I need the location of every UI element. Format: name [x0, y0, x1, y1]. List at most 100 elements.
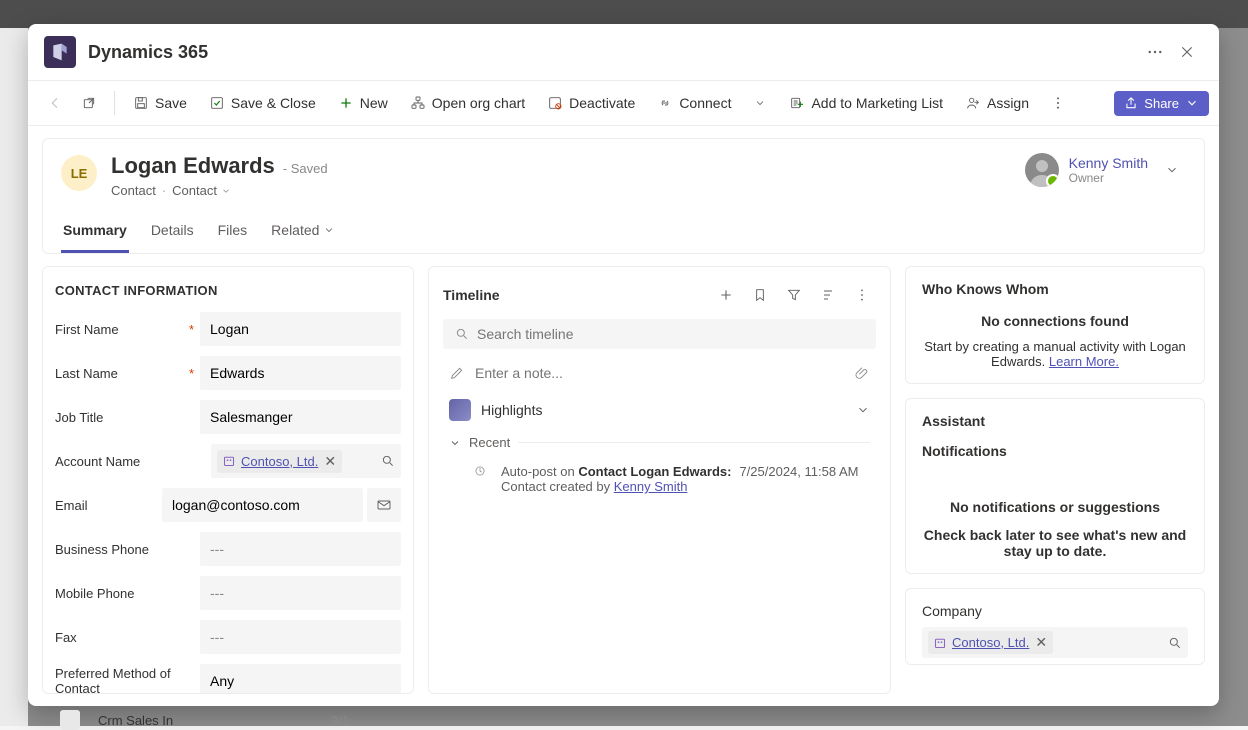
assign-label: Assign — [987, 95, 1029, 111]
timeline-more-button[interactable] — [848, 281, 876, 309]
company-title: Company — [922, 603, 1188, 619]
who-learn-more-link[interactable]: Learn More. — [1049, 354, 1119, 369]
timeline-filter-button[interactable] — [780, 281, 808, 309]
who-knows-whom-card: Who Knows Whom No connections found Star… — [905, 266, 1205, 384]
business-phone-input[interactable] — [200, 532, 401, 566]
preferred-method-input[interactable] — [200, 664, 401, 694]
popout-button[interactable] — [72, 87, 106, 119]
deactivate-button[interactable]: Deactivate — [537, 89, 645, 117]
timeline-item-author-link[interactable]: Kenny Smith — [614, 479, 688, 494]
assistant-title: Assistant — [922, 413, 1188, 429]
back-button[interactable] — [38, 87, 72, 119]
add-marketing-button[interactable]: Add to Marketing List — [779, 89, 953, 117]
attach-icon[interactable] — [854, 365, 870, 381]
record-avatar: LE — [61, 155, 97, 191]
save-close-button[interactable]: Save & Close — [199, 89, 326, 117]
preferred-method-label: Preferred Method of Contact — [55, 666, 200, 694]
app-title: Dynamics 365 — [88, 42, 208, 63]
deactivate-label: Deactivate — [569, 95, 635, 111]
mobile-phone-input[interactable] — [200, 576, 401, 610]
record-title: Logan Edwards — [111, 153, 275, 179]
add-marketing-label: Add to Marketing List — [811, 95, 943, 111]
record-header-card: LE Logan Edwards - Saved Contact · Conta… — [42, 138, 1205, 254]
connect-more-button[interactable] — [743, 87, 777, 119]
highlights-icon — [449, 399, 471, 421]
timeline-bookmark-button[interactable] — [746, 281, 774, 309]
timeline-search-input[interactable] — [477, 326, 864, 342]
tab-summary[interactable]: Summary — [61, 214, 129, 253]
timeline-search[interactable] — [443, 319, 876, 349]
share-button[interactable]: Share — [1114, 91, 1209, 116]
notifications-empty-sub: Check back later to see what's new and s… — [922, 527, 1188, 559]
owner-name[interactable]: Kenny Smith — [1069, 155, 1148, 171]
open-org-chart-button[interactable]: Open org chart — [400, 89, 535, 117]
overflow-button[interactable] — [1041, 87, 1075, 119]
pencil-icon — [449, 365, 465, 381]
save-button[interactable]: Save — [123, 89, 197, 117]
company-lookup[interactable]: Contoso, Ltd. ✕ — [922, 627, 1188, 658]
timeline-note-input[interactable] — [475, 365, 844, 381]
owner-avatar — [1025, 153, 1059, 187]
timeline-add-button[interactable] — [712, 281, 740, 309]
account-search-icon[interactable] — [381, 454, 395, 468]
email-input[interactable] — [162, 488, 363, 522]
email-label: Email — [55, 498, 162, 513]
save-label: Save — [155, 95, 187, 111]
close-button[interactable] — [1171, 36, 1203, 68]
job-title-input[interactable] — [200, 400, 401, 434]
last-name-input[interactable] — [200, 356, 401, 390]
assign-button[interactable]: Assign — [955, 89, 1039, 117]
app-tile-icon — [44, 36, 76, 68]
account-name-label: Account Name — [55, 454, 211, 469]
share-label: Share — [1144, 96, 1179, 111]
new-button[interactable]: New — [328, 89, 398, 117]
company-remove-icon[interactable]: ✕ — [1035, 634, 1047, 651]
owner-chevron-button[interactable] — [1158, 156, 1186, 184]
account-remove-icon[interactable]: ✕ — [324, 453, 336, 470]
new-label: New — [360, 95, 388, 111]
timeline-title: Timeline — [443, 287, 500, 303]
business-phone-label: Business Phone — [55, 542, 200, 557]
dynamics-modal: Dynamics 365 Save Save & Close — [28, 24, 1219, 706]
entity-label: Contact — [111, 183, 156, 198]
autopost-icon — [473, 464, 491, 494]
record-body: CONTACT INFORMATION First Name* Last Nam… — [28, 254, 1219, 706]
timeline-highlights[interactable]: Highlights — [443, 389, 876, 429]
form-switcher[interactable]: Contact — [172, 183, 231, 198]
timeline-item[interactable]: Auto-post on Contact Logan Edwards:7/25/… — [443, 456, 876, 500]
owner-label: Owner — [1069, 171, 1148, 185]
record-tabs: Summary Details Files Related — [61, 214, 1186, 253]
open-org-chart-label: Open org chart — [432, 95, 525, 111]
connect-button[interactable]: Connect — [647, 89, 741, 117]
account-chip[interactable]: Contoso, Ltd. ✕ — [217, 450, 342, 473]
company-card: Company Contoso, Ltd. ✕ — [905, 588, 1205, 665]
email-action-button[interactable] — [367, 488, 401, 522]
company-search-icon[interactable] — [1168, 636, 1182, 650]
record-saved-indicator: - Saved — [283, 161, 328, 176]
contact-info-title: CONTACT INFORMATION — [55, 283, 401, 298]
timeline-panel: Timeline Highlights — [428, 266, 891, 694]
timeline-sort-button[interactable] — [814, 281, 842, 309]
notifications-title: Notifications — [922, 443, 1188, 459]
command-bar: Save Save & Close New Open org chart Dea… — [28, 81, 1219, 126]
assistant-notifications-card: Assistant Notifications No notifications… — [905, 398, 1205, 574]
save-close-label: Save & Close — [231, 95, 316, 111]
fax-label: Fax — [55, 630, 200, 645]
more-options-button[interactable] — [1139, 36, 1171, 68]
right-rail: Who Knows Whom No connections found Star… — [905, 266, 1205, 694]
fax-input[interactable] — [200, 620, 401, 654]
modal-header: Dynamics 365 — [28, 24, 1219, 81]
job-title-label: Job Title — [55, 410, 200, 425]
tab-files[interactable]: Files — [216, 214, 250, 253]
who-title: Who Knows Whom — [922, 281, 1188, 297]
tab-related[interactable]: Related — [269, 214, 337, 253]
first-name-input[interactable] — [200, 312, 401, 346]
last-name-label: Last Name* — [55, 366, 200, 381]
tab-details[interactable]: Details — [149, 214, 196, 253]
account-lookup[interactable]: Contoso, Ltd. ✕ — [211, 444, 401, 478]
timeline-recent-header[interactable]: Recent — [443, 429, 876, 456]
company-chip[interactable]: Contoso, Ltd. ✕ — [928, 631, 1053, 654]
first-name-label: First Name* — [55, 322, 200, 337]
backdrop-list-item: Crm Sales In 3/1 — [60, 710, 349, 730]
chevron-down-icon — [856, 403, 870, 417]
